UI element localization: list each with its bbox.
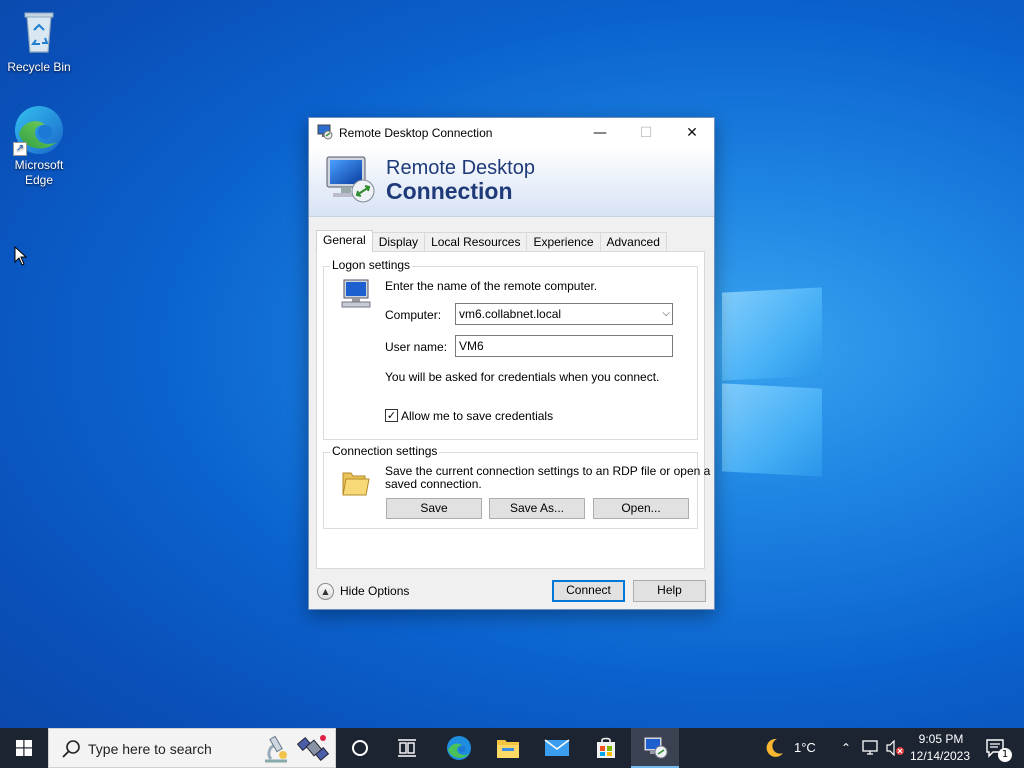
- title-bar[interactable]: Remote Desktop Connection — ☐ ✕: [309, 118, 714, 147]
- edge-icon: ↗: [13, 104, 65, 156]
- search-icon: [61, 739, 81, 762]
- desktop-icon-recycle-bin[interactable]: Recycle Bin: [1, 8, 77, 75]
- taskbar-remote-desktop[interactable]: [631, 728, 679, 768]
- folder-icon: [497, 740, 519, 758]
- windows-logo-wallpaper: [712, 287, 824, 480]
- tab-experience[interactable]: Experience: [526, 232, 601, 252]
- notification-badge: 1: [998, 748, 1012, 762]
- network-tray[interactable]: [860, 728, 882, 768]
- search-highlight-microscope-icon: [259, 733, 293, 768]
- search-highlight-satellite-icon: [296, 732, 331, 768]
- desktop-icon-microsoft-edge[interactable]: ↗ Microsoft Edge: [1, 104, 77, 188]
- tab-general[interactable]: General: [316, 230, 373, 252]
- hide-options-label[interactable]: Hide Options: [340, 584, 409, 598]
- tab-advanced[interactable]: Advanced: [599, 232, 667, 252]
- computer-icon: [340, 279, 374, 312]
- task-view-icon: [398, 739, 416, 757]
- window-title: Remote Desktop Connection: [339, 126, 493, 140]
- connection-description-line2: saved connection.: [385, 477, 482, 491]
- username-value: VM6: [459, 339, 484, 353]
- save-credentials-checkbox[interactable]: ✓: [385, 409, 398, 422]
- logon-settings-group: Logon settings Enter the name of the rem…: [323, 258, 698, 440]
- volume-tray[interactable]: [884, 728, 906, 768]
- desktop-icon-label: Recycle Bin: [7, 60, 71, 74]
- mail-icon: [544, 739, 570, 756]
- weather-widget[interactable]: [760, 728, 788, 768]
- username-field[interactable]: VM6: [455, 335, 673, 357]
- mouse-cursor-icon: [14, 245, 28, 269]
- connection-description-line1: Save the current connection settings to …: [385, 464, 711, 478]
- remote-desktop-dialog: Remote Desktop Connection — ☐ ✕ Remote D…: [308, 117, 715, 610]
- store-icon: [597, 737, 615, 758]
- taskbar-mail[interactable]: [533, 728, 581, 768]
- connection-settings-group: Connection settings Save the current con…: [323, 444, 710, 529]
- desktop-icon-label: Microsoft Edge: [14, 158, 64, 187]
- tab-local-resources[interactable]: Local Resources: [424, 232, 528, 252]
- chevron-up-icon: ⌃: [840, 741, 852, 755]
- cortana-circle-icon: [352, 740, 368, 756]
- taskbar: Type here to search 1°C ⌃ 9:05 PM 12/14/…: [0, 728, 1024, 768]
- taskbar-search-box[interactable]: Type here to search: [48, 728, 336, 768]
- banner-title-line1: Remote Desktop: [386, 157, 535, 179]
- taskbar-file-explorer[interactable]: [484, 728, 532, 768]
- recycle-bin-icon: [1, 8, 77, 58]
- general-tab-panel: Logon settings Enter the name of the rem…: [316, 251, 710, 569]
- remote-desktop-icon: [643, 736, 668, 759]
- logon-instruction: Enter the name of the remote computer.: [385, 279, 598, 293]
- computer-combobox[interactable]: vm6.collabnet.local ⌵: [455, 303, 673, 325]
- folder-icon: [339, 465, 371, 500]
- save-button[interactable]: Save: [386, 498, 482, 519]
- cortana-button[interactable]: [337, 728, 383, 768]
- start-button[interactable]: [0, 728, 48, 768]
- save-credentials-label[interactable]: Allow me to save credentials: [401, 409, 553, 423]
- show-hidden-icons-button[interactable]: ⌃: [836, 728, 856, 768]
- minimize-button[interactable]: —: [577, 118, 623, 147]
- help-button[interactable]: Help: [633, 580, 706, 602]
- chevron-up-icon[interactable]: ▲: [317, 583, 334, 600]
- computer-label: Computer:: [385, 308, 442, 322]
- open-button[interactable]: Open...: [593, 498, 689, 519]
- dialog-banner: Remote Desktop Connection: [309, 147, 714, 217]
- moon-icon: [766, 738, 783, 757]
- clock-date[interactable]: 12/14/2023: [908, 749, 972, 763]
- chevron-down-icon[interactable]: ⌵: [662, 308, 670, 319]
- close-button[interactable]: ✕: [669, 118, 715, 147]
- edge-icon: [447, 736, 471, 760]
- banner-title-line2: Connection: [386, 178, 513, 204]
- notification-center-button[interactable]: 1: [978, 728, 1014, 768]
- windows-start-icon: [16, 740, 32, 756]
- taskbar-edge[interactable]: [435, 728, 483, 768]
- taskbar-microsoft-store[interactable]: [582, 728, 630, 768]
- maximize-button[interactable]: ☐: [623, 118, 669, 147]
- computer-value: vm6.collabnet.local: [459, 307, 562, 321]
- network-icon: [862, 740, 878, 755]
- task-view-button[interactable]: [383, 728, 431, 768]
- credentials-note: You will be asked for credentials when y…: [385, 370, 660, 384]
- connect-button[interactable]: Connect: [552, 580, 625, 602]
- remote-desktop-banner-icon: [325, 155, 379, 210]
- connection-settings-legend: Connection settings: [330, 444, 440, 458]
- search-placeholder: Type here to search: [88, 741, 212, 757]
- tab-display[interactable]: Display: [371, 232, 426, 252]
- volume-muted-icon: [886, 740, 904, 756]
- tab-strip: General Display Local Resources Experien…: [316, 230, 667, 252]
- logon-settings-legend: Logon settings: [330, 258, 413, 272]
- shortcut-arrow-icon: ↗: [13, 142, 27, 156]
- clock-time[interactable]: 9:05 PM: [912, 732, 970, 746]
- rdp-app-icon: [317, 124, 333, 143]
- username-label: User name:: [385, 340, 448, 354]
- save-as-button[interactable]: Save As...: [489, 498, 585, 519]
- temperature[interactable]: 1°C: [794, 740, 816, 755]
